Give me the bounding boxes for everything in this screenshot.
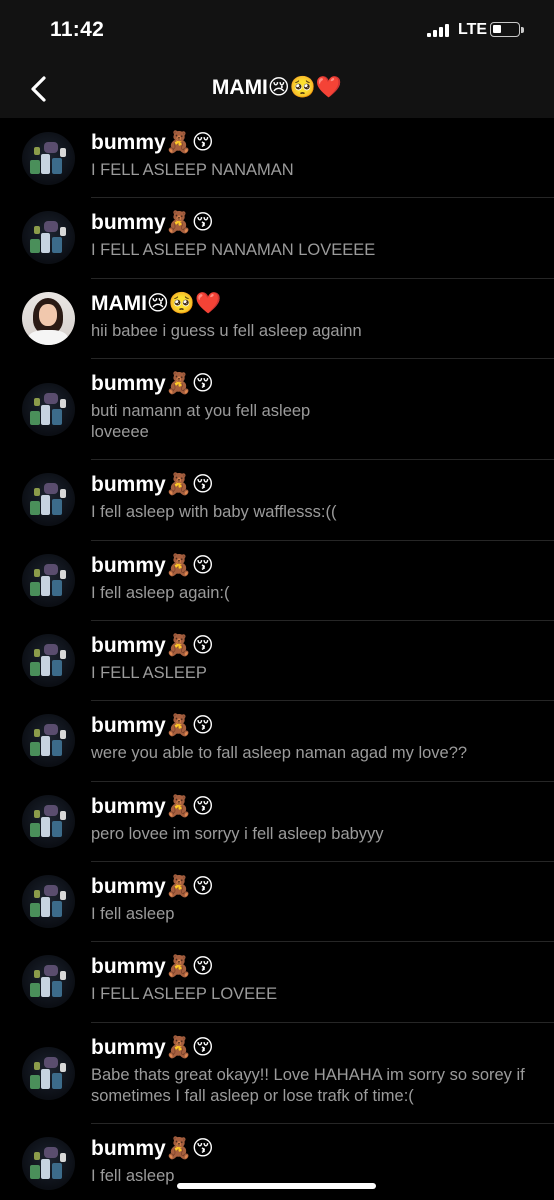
status-bar: 11:42 LTE [0, 0, 554, 60]
message-preview: hii babee i guess u fell asleep againn [91, 322, 362, 340]
sender-name: bummy🧸😚 [91, 372, 214, 395]
avatar [22, 211, 75, 264]
sender-name: bummy🧸😚 [91, 875, 214, 898]
message-preview: I FELL ASLEEP [91, 664, 207, 682]
sender-name: bummy🧸😚 [91, 131, 214, 154]
message-row[interactable]: bummy🧸😚 I fell asleep [0, 862, 554, 942]
message-preview: I FELL ASLEEP LOVEEE [91, 985, 278, 1003]
status-time: 11:42 [50, 18, 105, 41]
message-preview: I fell asleep with baby wafflesss:(( [91, 503, 337, 521]
network-type: LTE [458, 21, 488, 38]
message-row[interactable]: bummy🧸😚 pero lovee im sorryy i fell aslee… [0, 782, 554, 862]
avatar [22, 554, 75, 607]
sender-name: bummy🧸😚 [91, 795, 214, 818]
message-row[interactable]: bummy🧸😚 I FELL ASLEEP [0, 621, 554, 701]
avatar [22, 132, 75, 185]
message-preview: I fell asleep [91, 905, 175, 923]
sender-name: bummy🧸😚 [91, 211, 214, 234]
message-row[interactable]: bummy🧸😚 I fell asleep again:( [0, 541, 554, 621]
message-row[interactable]: bummy🧸😚 were you able to fall asleep nama… [0, 701, 554, 782]
avatar [22, 292, 75, 345]
sender-name: bummy🧸😚 [91, 955, 214, 978]
conversation-header: MAMI😢🥺❤️ [0, 60, 554, 118]
message-row[interactable]: MAMI😢🥺❤️ hii babee i guess u fell asleep … [0, 279, 554, 359]
cellular-signal-icon [427, 24, 449, 37]
message-row[interactable]: bummy🧸😚 buti namann at you fell asleep lo… [0, 359, 554, 460]
sender-name: bummy🧸😚 [91, 634, 214, 657]
sender-name: bummy🧸😚 [91, 473, 214, 496]
avatar [22, 383, 75, 436]
sender-name: bummy🧸😚 [91, 1036, 214, 1059]
home-indicator [177, 1183, 376, 1189]
sender-name: bummy🧸😚 [91, 714, 214, 737]
page-title: MAMI😢🥺❤️ [211, 76, 343, 99]
message-row[interactable]: bummy🧸😚 Babe thats great okayy!! Love HAH… [0, 1023, 554, 1124]
message-preview: pero lovee im sorryy i fell asleep babyy… [91, 825, 384, 843]
message-preview: I fell asleep again:( [91, 584, 230, 602]
sender-name: bummy🧸😚 [91, 554, 214, 577]
avatar [22, 634, 75, 687]
message-row[interactable]: bummy🧸😚 I FELL ASLEEP LOVEEE [0, 942, 554, 1023]
battery-tip [521, 27, 524, 33]
message-preview: I FELL ASLEEP NANAMAN [91, 161, 294, 179]
message-preview: were you able to fall asleep naman agad … [91, 744, 468, 762]
avatar [22, 955, 75, 1008]
avatar [22, 714, 75, 767]
message-row[interactable]: bummy🧸😚 I fell asleep with baby wafflesss… [0, 460, 554, 541]
avatar [22, 473, 75, 526]
message-preview: I FELL ASLEEP NANAMAN LOVEEEE [91, 241, 376, 259]
avatar [22, 1137, 75, 1190]
sender-name: MAMI😢🥺❤️ [91, 292, 222, 315]
avatar [22, 1047, 75, 1100]
message-preview: Babe thats great okayy!! Love HAHAHA im … [91, 1066, 525, 1105]
message-preview: buti namann at you fell asleep loveeee [91, 402, 311, 441]
avatar [22, 795, 75, 848]
message-row[interactable]: bummy🧸😚 I FELL ASLEEP NANAMAN LOVEEEE [0, 198, 554, 279]
sender-name: bummy🧸😚 [91, 1137, 214, 1160]
battery-icon [490, 22, 520, 37]
message-row[interactable]: bummy🧸😚 I FELL ASLEEP NANAMAN [0, 118, 554, 198]
avatar [22, 875, 75, 928]
